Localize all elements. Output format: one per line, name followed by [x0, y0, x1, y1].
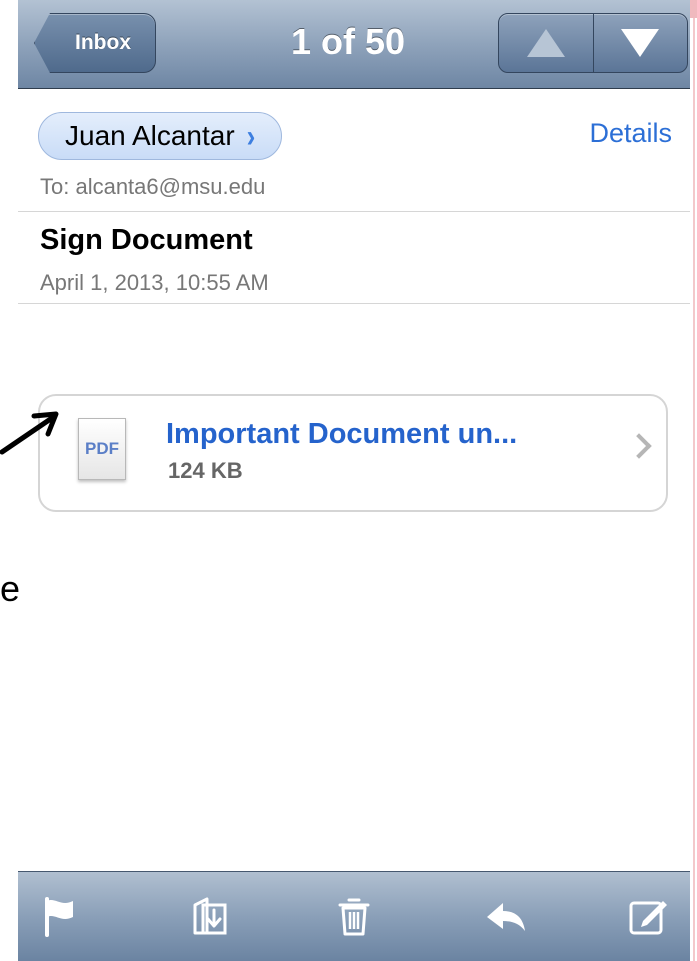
header-divider — [18, 211, 690, 212]
pdf-file-icon: PDF — [78, 418, 126, 480]
attachment-card[interactable]: PDF Important Document un... 124 KB — [38, 394, 668, 512]
inbox-back-label: Inbox — [75, 31, 131, 54]
arrow-up-icon — [526, 29, 565, 57]
bottom-toolbar — [18, 871, 690, 961]
previous-message-button[interactable] — [499, 14, 593, 72]
arrow-down-icon — [621, 29, 660, 57]
margin-corner — [690, 0, 697, 18]
reply-button[interactable] — [476, 886, 536, 946]
details-link[interactable]: Details — [589, 118, 672, 149]
pdf-type-label: PDF — [85, 439, 119, 458]
right-margin — [690, 0, 697, 961]
annotation-text-fragment: e — [0, 568, 21, 609]
chevron-right-icon — [626, 433, 652, 459]
flag-icon — [45, 897, 73, 937]
move-to-folder-icon — [193, 897, 227, 935]
message-date: April 1, 2013, 10:55 AM — [40, 270, 269, 295]
message-nav-segmented-control — [498, 13, 688, 73]
sender-button[interactable]: Juan Alcantar › — [38, 112, 283, 160]
sender-name: Juan Alcantar — [65, 120, 235, 151]
message-position-title: 1 of 50 — [290, 21, 406, 62]
mail-screen: Inbox 1 of 50 Juan Alcantar › Details To… — [18, 0, 690, 961]
message-subject: Sign Document — [40, 224, 253, 256]
attachment-name: Important Document un... — [166, 418, 518, 450]
next-message-button[interactable] — [592, 14, 688, 72]
reply-icon — [487, 903, 525, 931]
attachment-size: 124 KB — [168, 458, 243, 483]
chevron-right-icon: › — [246, 117, 256, 154]
inbox-back-button[interactable]: Inbox — [34, 13, 156, 73]
trash-button[interactable] — [324, 886, 384, 946]
left-margin — [0, 0, 18, 961]
subject-divider — [18, 303, 690, 304]
trash-icon — [338, 898, 370, 936]
recipient-line: To: alcanta6@msu.edu — [40, 174, 266, 199]
move-button[interactable] — [180, 886, 240, 946]
flag-button[interactable] — [30, 886, 90, 946]
compose-icon — [629, 901, 667, 935]
margin-line — [693, 0, 695, 961]
annotation-arrow-icon — [0, 411, 59, 455]
navigation-bar: Inbox 1 of 50 — [18, 0, 690, 89]
compose-button[interactable] — [618, 886, 678, 946]
